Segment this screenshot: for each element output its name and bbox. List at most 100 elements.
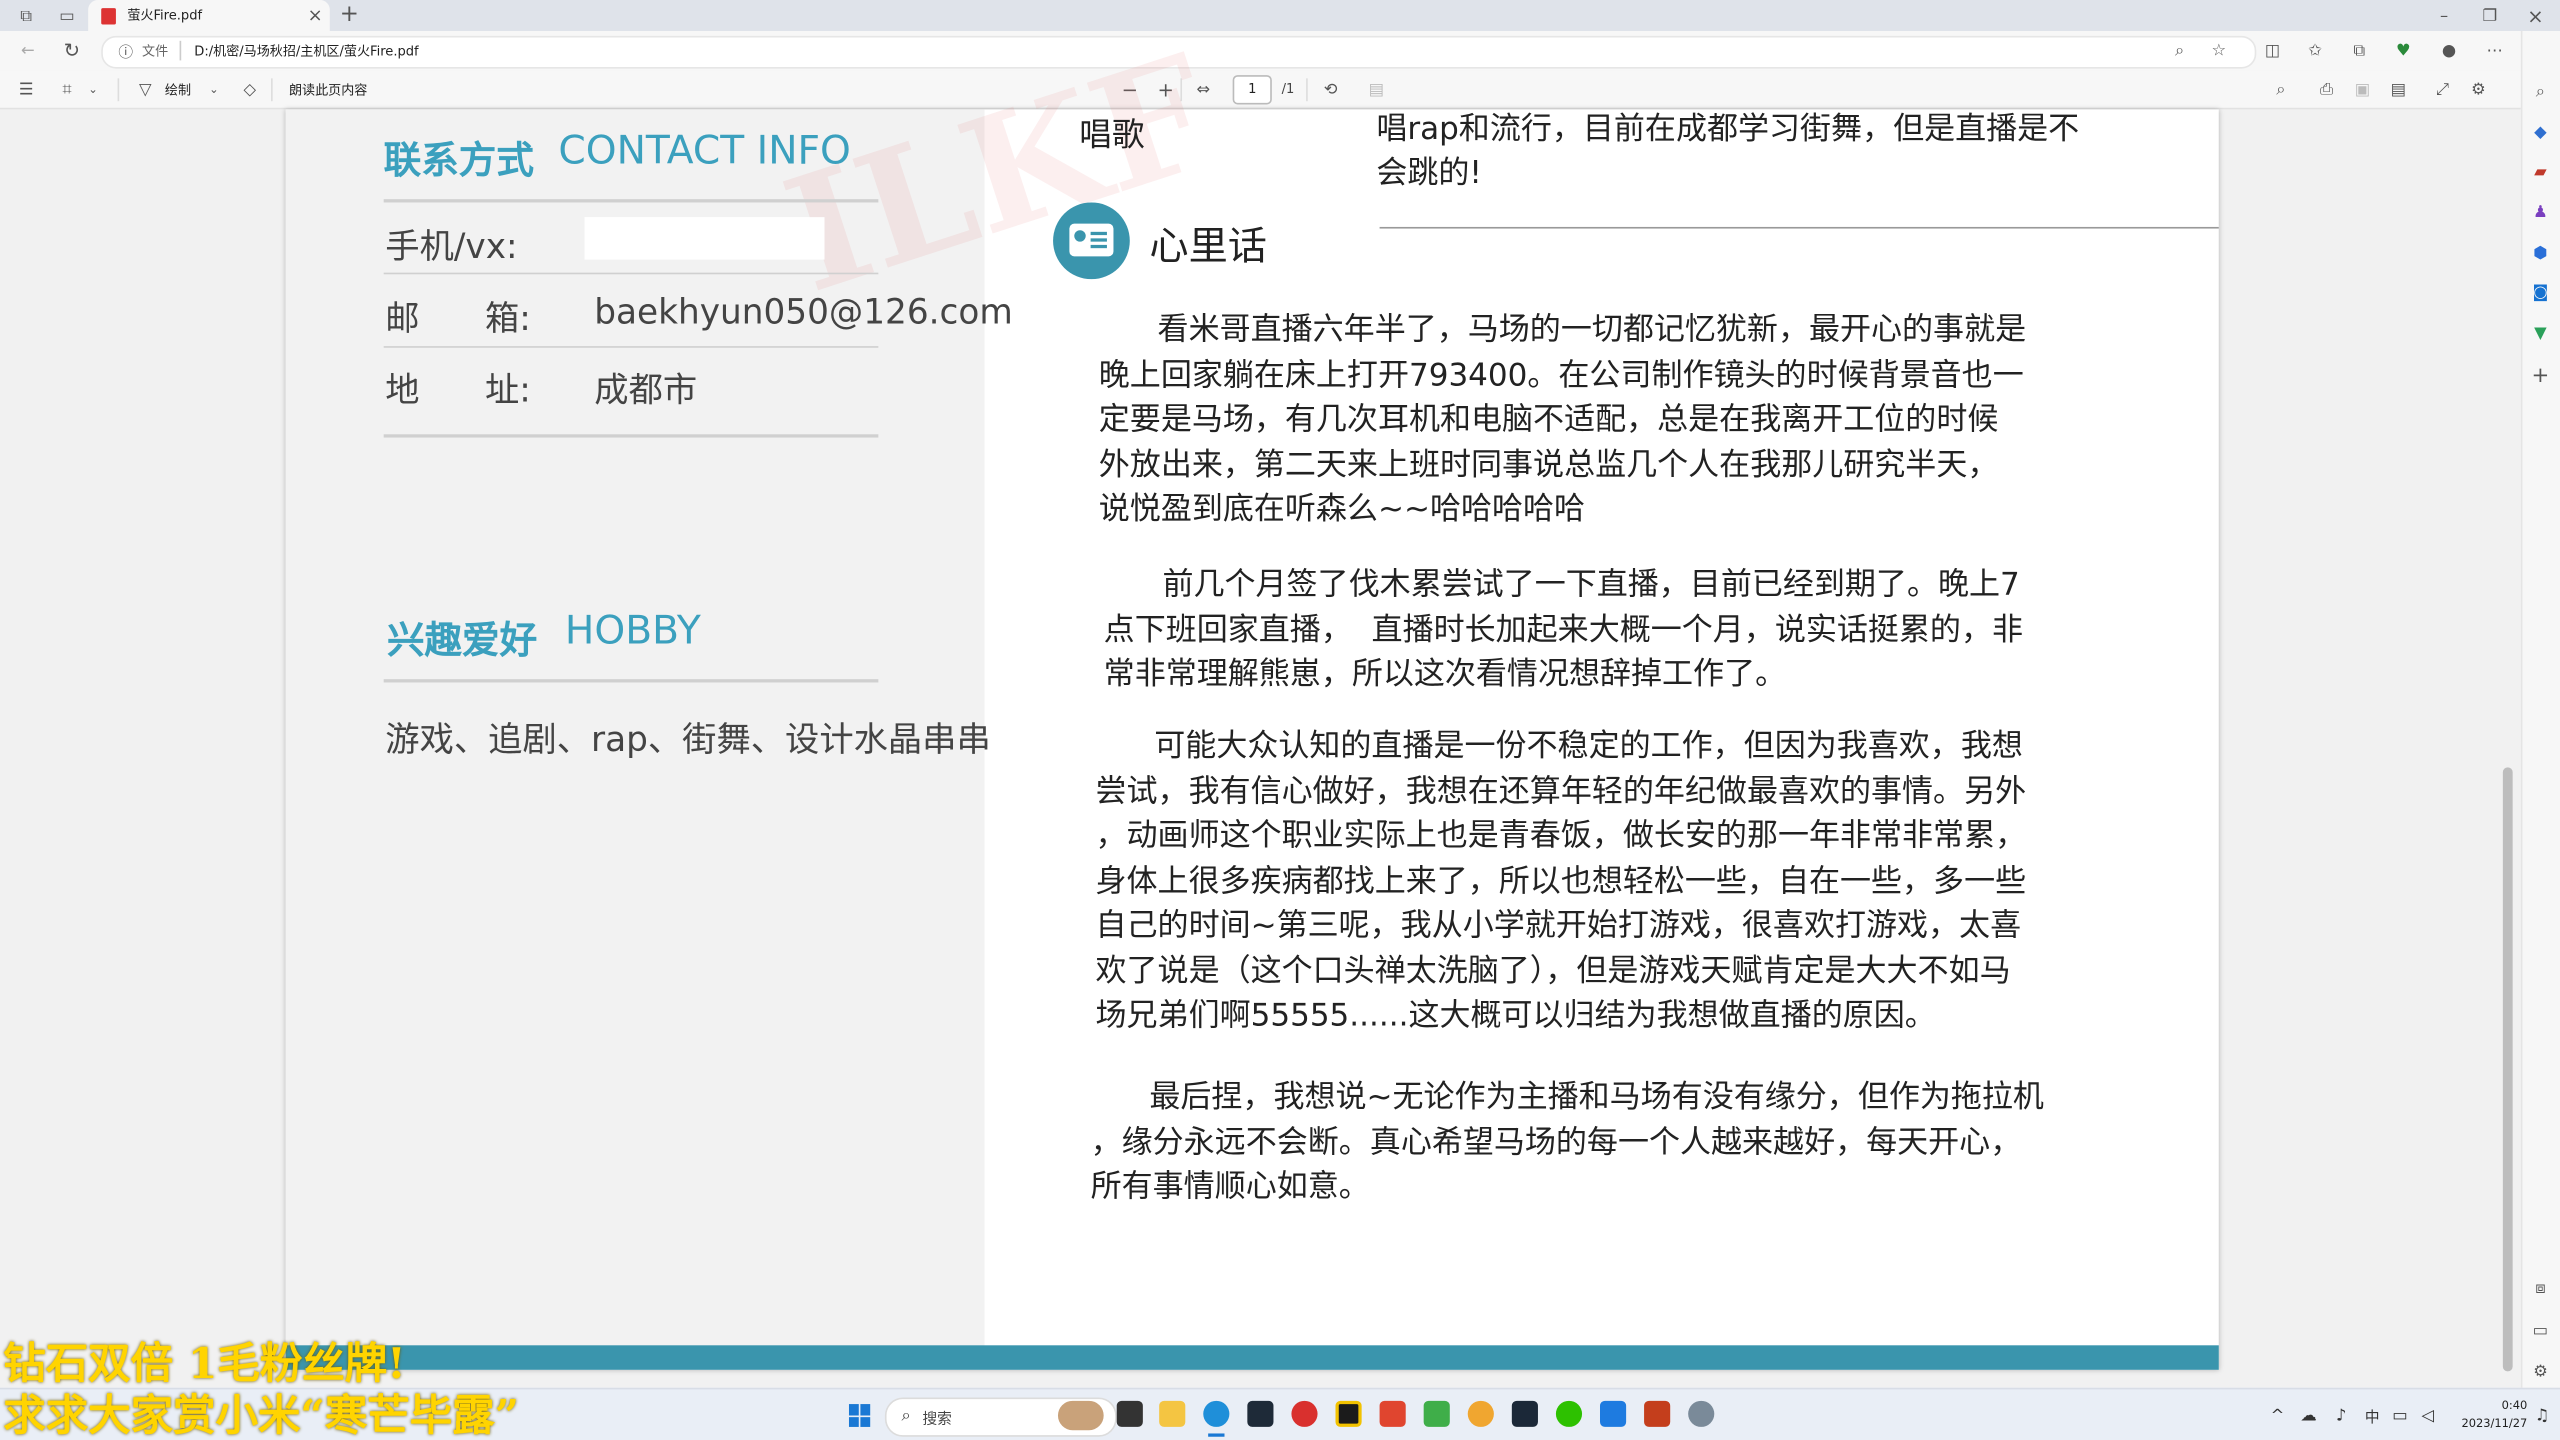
close-window-icon[interactable]: ×	[2524, 5, 2547, 28]
app-red-icon[interactable]	[1291, 1400, 1318, 1427]
paragraph-line: ，缘分永远不会断。真心希望马场的每一个人越来越好，每天开心，	[1090, 1124, 2022, 1160]
maximize-icon[interactable]: ❐	[2478, 5, 2501, 28]
url-scheme: 文件	[142, 44, 169, 59]
vertical-scrollbar[interactable]	[2502, 767, 2513, 1372]
tab-active[interactable]	[88, 0, 330, 32]
sidebar-tag-icon[interactable]: ◆	[2529, 121, 2552, 144]
profile-icon[interactable]: ●	[2438, 39, 2461, 62]
overlay-line-2: 求求大家赏小米“寒芒毕露”	[3, 1392, 520, 1440]
favorites-icon[interactable]: ✩	[2304, 39, 2327, 62]
refresh-icon[interactable]: ↻	[60, 39, 83, 62]
terminal-icon[interactable]	[1247, 1400, 1274, 1427]
app-orange-icon[interactable]	[1379, 1400, 1406, 1427]
sidebar-screenshot-icon[interactable]: ⧈	[2529, 1277, 2552, 1300]
url-text[interactable]: D:/机密/马场秋招/主机区/萤火Fire.pdf	[194, 42, 418, 60]
highlight-icon[interactable]: ⌗	[56, 78, 79, 101]
settings-app-icon[interactable]	[1688, 1400, 1715, 1427]
search-highlight-image[interactable]	[1057, 1400, 1104, 1431]
sidebar-layout-icon[interactable]: ▭	[2529, 1319, 2552, 1342]
page-view-icon[interactable]: ▤	[1365, 78, 1388, 101]
workspaces-icon[interactable]: ⧉	[15, 5, 38, 28]
find-icon[interactable]: ⌕	[2269, 78, 2292, 101]
task-view-icon[interactable]	[1116, 1400, 1143, 1427]
paragraph-line: 前几个月签了伐木累尝试了一下直播，目前已经到期了。晚上7	[1162, 566, 2020, 603]
info-icon[interactable]: ⓘ	[118, 41, 134, 61]
page-number-input[interactable]: 1	[1232, 75, 1272, 105]
split-screen-icon[interactable]: ◫	[2261, 39, 2284, 62]
erase-icon[interactable]: ◇	[238, 78, 261, 101]
app-green-icon[interactable]	[1423, 1400, 1450, 1427]
more-menu-icon[interactable]: ⋯	[2483, 39, 2506, 62]
sidebar-settings-icon[interactable]: ⚙	[2529, 1360, 2552, 1383]
id-card-icon	[1069, 223, 1114, 257]
read-aloud-button[interactable]: 朗读此页内容	[289, 82, 367, 100]
paragraph-line: 外放出来，第二天来上班时同事说总监几个人在我那儿研究半天，	[1098, 446, 1999, 483]
steam-icon[interactable]	[1511, 1400, 1538, 1427]
tab-bar	[0, 0, 2560, 32]
taskbar-search-placeholder: 搜索	[922, 1412, 952, 1429]
browser-essentials-icon[interactable]: ♥	[2392, 39, 2415, 62]
app-mascot-icon[interactable]	[1467, 1400, 1494, 1427]
sidebar-drop-icon[interactable]: ▼	[2529, 322, 2552, 345]
page-total: /1	[1281, 81, 1295, 97]
onedrive-icon[interactable]: ☁	[2299, 1404, 2319, 1427]
notification-bell-icon[interactable]: ♫	[2532, 1404, 2552, 1427]
sidebar-games-icon[interactable]: ♟	[2529, 201, 2552, 224]
rotate-icon[interactable]: ⟲	[1319, 78, 1342, 101]
paragraph-line: ，动画师这个职业实际上也是青春饭，做长安的那一年非常非常累，	[1095, 817, 2027, 854]
microphone-icon[interactable]: ♪	[2331, 1404, 2351, 1427]
ime-icon[interactable]: 中	[2362, 1404, 2382, 1427]
clock-date[interactable]: 2023/11/27	[2449, 1417, 2527, 1430]
address-value: 成都市	[594, 370, 698, 410]
paragraph-line: 所有事情顺心如意。	[1090, 1168, 1370, 1205]
row-divider	[383, 272, 879, 275]
edge-icon[interactable]	[1203, 1400, 1230, 1427]
hobby-divider	[383, 679, 879, 683]
save-icon[interactable]: ▣	[2351, 78, 2374, 101]
tab-actions-icon[interactable]: ▭	[56, 5, 79, 28]
save-as-icon[interactable]: ▤	[2387, 78, 2410, 101]
clock-time[interactable]: 0:40	[2488, 1399, 2528, 1412]
volume-icon[interactable]: ◁	[2418, 1404, 2438, 1427]
draw-dropdown-icon[interactable]: ⌄	[206, 78, 222, 101]
edge-sidebar	[2520, 31, 2560, 1388]
sidebar-outlook-icon[interactable]: ◙	[2529, 281, 2552, 304]
email-value: baekhyun050@126.com	[594, 292, 1013, 332]
fullscreen-icon[interactable]: ⤢	[2431, 78, 2454, 101]
back-icon[interactable]: ←	[16, 39, 39, 62]
collections-icon[interactable]: ⧉	[2348, 39, 2371, 62]
paragraph-line: 点下班回家直播， 直播时长加起来大概一个月，说实话挺累的，非	[1103, 611, 2024, 648]
sidebar-tools-icon[interactable]: ▰	[2529, 160, 2552, 183]
phone-label: 手机/vx:	[385, 226, 518, 267]
minimize-icon[interactable]: –	[2433, 5, 2456, 28]
sidebar-search-icon[interactable]: ⌕	[2529, 80, 2552, 103]
contents-icon[interactable]: ☰	[15, 78, 38, 101]
draw-icon[interactable]: ▽	[134, 78, 157, 101]
heart-title: 心里话	[1149, 223, 1267, 270]
chat-app-icon[interactable]	[1599, 1400, 1627, 1427]
powerpoint-icon[interactable]	[1644, 1400, 1671, 1427]
file-explorer-icon[interactable]	[1159, 1400, 1186, 1427]
close-tab-icon[interactable]: ×	[305, 4, 325, 25]
skill-label: 唱歌	[1079, 114, 1145, 154]
network-icon[interactable]: ▭	[2390, 1404, 2410, 1427]
draw-label[interactable]: 绘制	[165, 82, 191, 100]
start-tile	[860, 1416, 871, 1427]
sidebar-m365-icon[interactable]: ⬢	[2529, 242, 2552, 265]
active-app-indicator	[1208, 1433, 1225, 1437]
paragraph-3: 可能大众认知的直播是一份不稳定的工作，但因为我喜欢，我想 尝试，我有信心做好，我…	[1096, 725, 2027, 1039]
new-tab-icon[interactable]: +	[338, 2, 361, 28]
windows-start-icon[interactable]	[848, 1404, 872, 1427]
wechat-icon[interactable]	[1555, 1400, 1583, 1427]
contact-bottom-divider	[383, 434, 879, 438]
start-tile	[860, 1404, 871, 1415]
tray-overflow-icon[interactable]: ^	[2268, 1404, 2288, 1427]
app-yellow-ring-icon[interactable]	[1335, 1400, 1362, 1427]
favorite-star-icon[interactable]: ☆	[2207, 39, 2230, 62]
sidebar-add-icon[interactable]: +	[2529, 363, 2552, 387]
highlight-dropdown-icon[interactable]: ⌄	[85, 78, 101, 101]
zoom-icon[interactable]: ⌕	[2168, 39, 2191, 62]
paragraph-line: 身体上很多疾病都找上来了，所以也想轻松一些，自在一些，多一些	[1095, 862, 2027, 899]
print-icon[interactable]: ⎙	[2315, 78, 2338, 101]
settings-icon[interactable]: ⚙	[2467, 78, 2490, 101]
